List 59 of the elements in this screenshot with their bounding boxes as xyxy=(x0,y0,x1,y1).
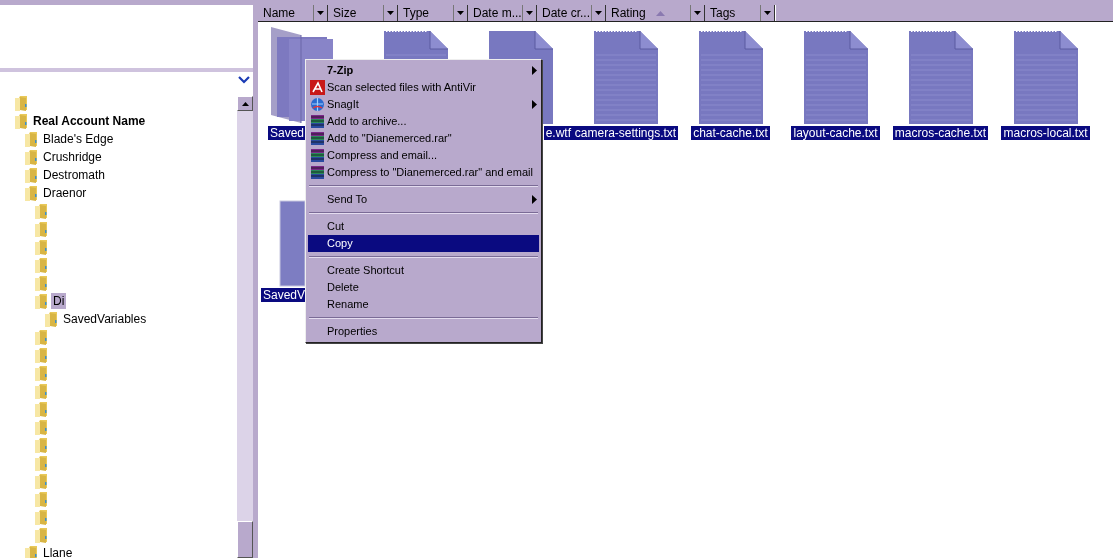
caret-down-icon xyxy=(764,11,771,15)
file-name[interactable]: macros-cache.txt xyxy=(892,126,989,140)
books-stack-icon xyxy=(310,148,325,163)
tree-item[interactable]: Real Account Name xyxy=(31,113,148,129)
caret-down-icon xyxy=(526,11,533,15)
menu-item[interactable]: Compress and email... xyxy=(308,147,539,164)
file-name[interactable]: camera-settings.txt xyxy=(572,126,679,140)
folder-icon xyxy=(14,113,28,129)
file-name[interactable]: Saved xyxy=(268,126,307,140)
submenu-arrow-icon xyxy=(532,195,537,204)
scroll-up-button[interactable] xyxy=(237,96,253,111)
menu-item[interactable]: Create Shortcut xyxy=(308,262,539,279)
caret-down-icon xyxy=(694,11,701,15)
folder-icon xyxy=(24,545,38,558)
tree-item[interactable]: Llane xyxy=(41,545,75,558)
tree-item[interactable]: Blade's Edge xyxy=(41,131,116,147)
folder-icon xyxy=(34,293,48,309)
folder-icon xyxy=(24,185,38,201)
file-name[interactable]: macros-local.txt xyxy=(1001,126,1090,140)
caret-down-icon xyxy=(457,11,464,15)
menu-item[interactable]: Send To xyxy=(308,191,539,208)
caret-down-icon xyxy=(387,11,394,15)
chevron-down-icon[interactable] xyxy=(238,76,250,84)
books-stack-icon xyxy=(310,165,325,180)
tree-item[interactable]: Draenor xyxy=(41,185,89,201)
menu-item[interactable]: Rename xyxy=(308,296,539,313)
antivirus-icon xyxy=(310,80,325,95)
tree-item[interactable]: Destromath xyxy=(41,167,108,183)
folder-icon xyxy=(24,131,38,147)
file-name[interactable]: e.wtf xyxy=(543,126,573,140)
file-name[interactable]: layout-cache.txt xyxy=(791,126,880,140)
tree-item[interactable]: Di xyxy=(51,293,67,309)
folder-icon xyxy=(24,149,38,165)
scroll-thumb[interactable] xyxy=(237,521,253,558)
menu-item[interactable]: Copy xyxy=(308,235,539,252)
globe-icon xyxy=(310,97,325,112)
caret-down-icon xyxy=(595,11,602,15)
books-stack-icon xyxy=(310,131,325,146)
caret-down-icon xyxy=(317,11,324,15)
tree-item[interactable]: SavedVariables xyxy=(61,311,149,327)
submenu-arrow-icon xyxy=(532,66,537,75)
menu-item[interactable]: 7-Zip xyxy=(308,62,539,79)
menu-item[interactable]: Add to "Dianemerced.rar" xyxy=(308,130,539,147)
menu-item[interactable]: Properties xyxy=(308,323,539,340)
arrow-up-icon xyxy=(241,101,249,106)
folder-icon xyxy=(44,311,58,327)
books-stack-icon xyxy=(310,114,325,129)
scrollbar[interactable] xyxy=(237,96,253,558)
menu-item[interactable]: Add to archive... xyxy=(308,113,539,130)
menu-item[interactable]: Cut xyxy=(308,218,539,235)
menu-item[interactable]: Delete xyxy=(308,279,539,296)
tree-item[interactable]: Crushridge xyxy=(41,149,104,165)
menu-item[interactable]: Compress to "Dianemerced.rar" and email xyxy=(308,164,539,181)
file-name[interactable]: SavedV xyxy=(261,288,308,302)
file-name[interactable]: chat-cache.txt xyxy=(691,126,770,140)
folder-icon xyxy=(24,167,38,183)
submenu-arrow-icon xyxy=(532,100,537,109)
menu-item[interactable]: Scan selected files with AntiVir xyxy=(308,79,539,96)
menu-item[interactable]: SnagIt xyxy=(308,96,539,113)
